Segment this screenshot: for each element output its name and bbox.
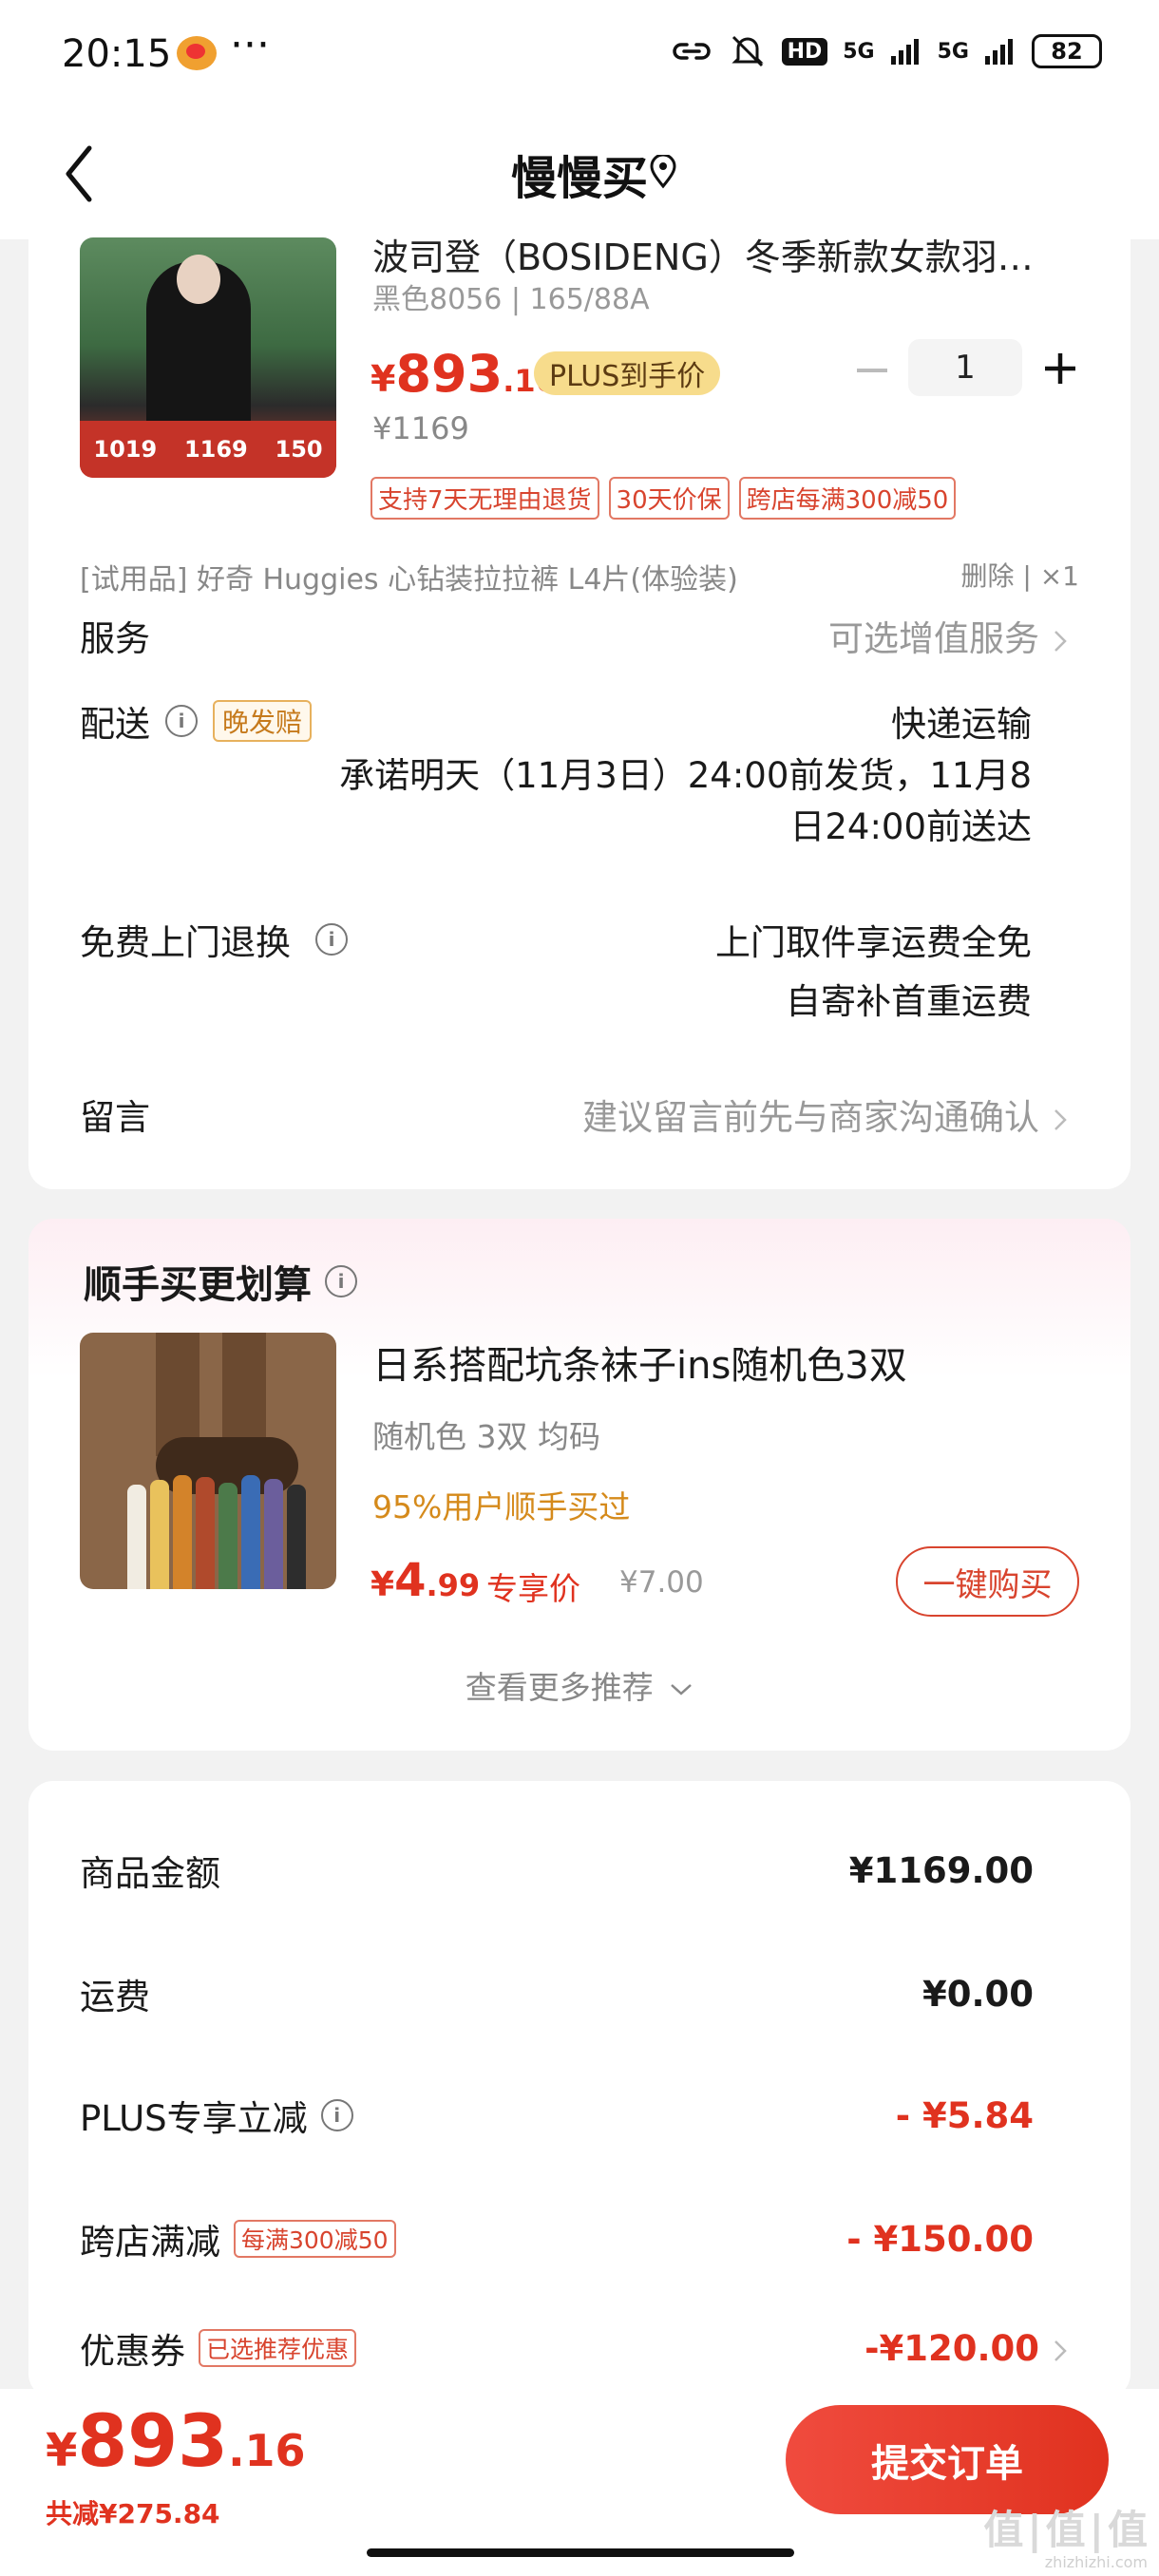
info-icon[interactable]: i	[325, 1265, 357, 1297]
return-label-group: 免费上门退换 i	[80, 914, 348, 965]
quantity-minus-button[interactable]	[853, 351, 891, 389]
recommend-product-image[interactable]	[80, 1333, 336, 1589]
late-delivery-tag: 晚发赔	[213, 700, 313, 742]
quantity-field[interactable]: 1	[908, 339, 1022, 396]
recommend-original-price: ¥7.00	[619, 1565, 704, 1600]
home-indicator[interactable]	[367, 2548, 794, 2557]
summary-value-goods: ¥1169.00	[848, 1850, 1034, 1891]
delivery-method[interactable]: 快递运输	[891, 695, 1032, 747]
recommend-product-spec: 随机色 3双 均码	[372, 1418, 600, 1455]
summary-value-coupon[interactable]: -¥120.00	[864, 2328, 1068, 2369]
info-icon[interactable]: i	[165, 705, 198, 737]
summary-label-goods: 商品金额	[80, 1853, 220, 1894]
signal-bars-icon	[890, 39, 919, 65]
chevron-right-icon	[1054, 630, 1067, 652]
signal-1: 5G	[843, 39, 875, 64]
tag-discount: 跨店每满300减50	[738, 477, 957, 520]
product-price: ¥893.16	[370, 344, 557, 404]
total-saving: 共减¥275.84	[46, 2498, 220, 2529]
status-time: 20:15	[62, 32, 172, 76]
chevron-down-icon	[671, 1683, 693, 1695]
location-icon[interactable]	[649, 155, 677, 189]
return-value-line1: 上门取件享运费全免	[715, 922, 1032, 963]
chevron-right-icon	[1054, 2339, 1067, 2361]
watermark: 值|值|值	[983, 2507, 1151, 2553]
message-input[interactable]: 建议留言前先与商家沟通确认	[582, 1089, 1068, 1140]
chevron-right-icon	[1054, 1108, 1067, 1130]
exclusive-price-label: 专享价	[486, 1570, 580, 1607]
summary-label-coupon[interactable]: 优惠券 已选推荐优惠	[80, 2322, 357, 2374]
recommend-product-name[interactable]: 日系搭配坑条袜子ins随机色3双	[372, 1335, 907, 1390]
recommend-bought-ratio: 95%用户顺手买过	[372, 1488, 631, 1525]
product-image[interactable]: 1019 1169 150	[80, 237, 336, 478]
summary-value-shipping: ¥0.00	[922, 1974, 1034, 2015]
delivery-promise-line2: 日24:00前送达	[789, 806, 1032, 847]
banner-value: 150	[275, 436, 323, 463]
crossstore-tag: 每满300减50	[234, 2220, 396, 2258]
service-label: 服务	[80, 618, 150, 659]
summary-label-crossstore: 跨店满减 每满300减50	[80, 2213, 396, 2264]
coupon-tag: 已选推荐优惠	[199, 2329, 357, 2367]
trial-delete-button[interactable]: 删除 | ×1	[960, 556, 1079, 594]
info-icon[interactable]: i	[320, 2099, 353, 2131]
banner-value: 1169	[183, 436, 248, 463]
banner-value: 1019	[93, 436, 158, 463]
delivery-label-group: 配送 i 晚发赔	[80, 695, 313, 747]
signal-bars-icon	[985, 39, 1013, 65]
battery-indicator: 82	[1032, 34, 1102, 68]
tag-price-protect: 30天价保	[608, 477, 730, 520]
one-click-buy-button[interactable]: 一键购买	[896, 1546, 1079, 1617]
info-icon[interactable]: i	[315, 923, 348, 956]
tag-return: 支持7天无理由退货	[370, 477, 599, 520]
recommend-price: ¥4.99	[370, 1554, 481, 1607]
hd-indicator: HD	[781, 37, 828, 66]
link-icon	[672, 43, 711, 60]
status-indicators: HD 5G 5G 82	[670, 34, 1102, 68]
summary-label-shipping: 运费	[80, 1977, 150, 2017]
plus-price-tag: PLUS到手价	[534, 351, 721, 395]
service-selector[interactable]: 可选增值服务	[828, 610, 1068, 661]
delivery-promise-line1: 承诺明天（11月3日）24:00前发货，11月8	[339, 755, 1032, 796]
product-title[interactable]: 波司登（BOSIDENG）冬季新款女款羽…	[372, 228, 1056, 280]
watermark-domain: zhizhizhi.com	[1044, 2553, 1148, 2571]
return-label: 免费上门退换	[80, 922, 291, 963]
service-tags: 支持7天无理由退货 30天价保 跨店每满300减50	[370, 477, 957, 520]
delivery-label: 配送	[80, 704, 150, 745]
status-more-dots: ···	[230, 21, 270, 69]
mute-bell-icon	[731, 35, 764, 67]
recommendation-title: 顺手买更划算 i	[84, 1254, 357, 1309]
trial-item: [试用品] 好奇 Huggies 心钻装拉拉裤 L4片(体验装)	[80, 563, 738, 597]
total-price: ¥893.16	[46, 2398, 306, 2483]
return-value-line2: 自寄补首重运费	[786, 981, 1032, 1022]
summary-label-plus: PLUS专享立减 i	[80, 2090, 353, 2141]
signal-2: 5G	[937, 39, 969, 64]
more-recommendations-link[interactable]: 查看更多推荐	[0, 1662, 1159, 1708]
page-title: 慢慢买	[510, 152, 648, 205]
weibo-icon	[177, 36, 217, 70]
message-label: 留言	[80, 1097, 150, 1138]
quantity-plus-button[interactable]	[1041, 350, 1079, 388]
product-spec[interactable]: 黑色8056 | 165/88A	[372, 275, 650, 317]
original-price: ¥1169	[372, 410, 469, 446]
summary-value-plus: - ¥5.84	[895, 2095, 1034, 2136]
summary-value-crossstore: - ¥150.00	[846, 2219, 1034, 2260]
